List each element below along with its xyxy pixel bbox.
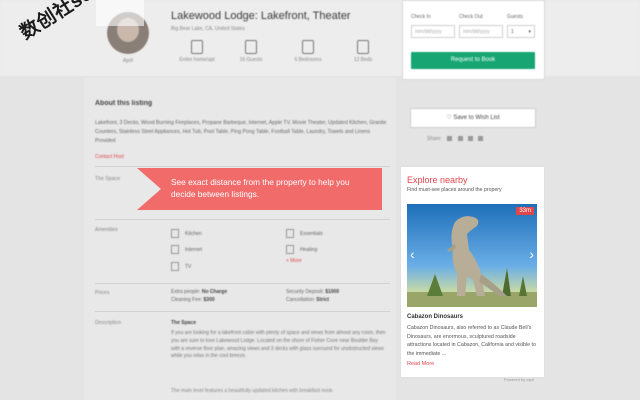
request-to-book-button[interactable]: Request to Book xyxy=(411,52,535,69)
essentials-icon xyxy=(286,229,294,238)
guests-icon xyxy=(245,40,257,54)
amenity-kitchen-label: Kitchen xyxy=(185,230,202,237)
divider xyxy=(95,166,390,167)
contact-host-link[interactable]: Contact Host xyxy=(95,154,124,160)
read-more-link[interactable]: Read More xyxy=(407,361,434,367)
save-to-wishlist-button[interactable]: ♡ Save to Wish List xyxy=(410,108,536,128)
amenity-internet: Internet xyxy=(171,245,202,254)
amenity-essentials: Essentials xyxy=(286,229,323,238)
share-row: Share: xyxy=(427,136,484,142)
divider xyxy=(95,283,390,284)
amenity-beds: 12 Beds xyxy=(333,40,393,63)
facebook-icon[interactable] xyxy=(447,136,453,142)
amenity-internet-label: Internet xyxy=(185,246,202,253)
cleaning-fee-value: $300 xyxy=(203,297,215,303)
amenity-heating-label: Heating xyxy=(300,246,318,253)
explore-subtitle: Find must-see places around the propery xyxy=(407,187,502,193)
guests-label: Guests xyxy=(507,14,523,20)
door-icon xyxy=(302,40,314,54)
amenity-home-label: Entire home/apt xyxy=(179,57,215,63)
wifi-icon xyxy=(171,245,179,254)
amenities-label: Amenities xyxy=(95,227,118,233)
description-text: If you are looking for a lakefront cabin… xyxy=(171,330,386,360)
description-heading: The Space xyxy=(171,320,197,326)
extra-people: Extra people: No Charge xyxy=(171,289,227,295)
home-icon xyxy=(191,40,203,54)
chevron-right-icon[interactable]: › xyxy=(529,246,534,262)
dinosaur-illustration xyxy=(407,216,537,307)
amenity-beds-label: 12 Beds xyxy=(353,57,373,63)
amenity-guests-label: 16 Guests xyxy=(239,57,263,63)
watermark-backdrop xyxy=(96,0,144,26)
guests-select[interactable]: 1 ▾ xyxy=(507,25,535,38)
booking-panel: Check In Check Out Guests mm/dd/yyyy mm/… xyxy=(402,0,545,80)
divider xyxy=(95,311,390,312)
amenity-tv-label: TV xyxy=(185,263,192,270)
heart-icon: ♡ xyxy=(446,115,452,121)
cancellation: Cancellation: Strict xyxy=(286,297,329,303)
security-deposit: Security Deposit: $1000 xyxy=(286,289,339,295)
wishlist-label: Save to Wish List xyxy=(453,115,500,121)
amenity-guests: 16 Guests xyxy=(221,40,281,63)
host-name: April xyxy=(122,58,133,64)
guests-value: 1 xyxy=(511,29,514,35)
description-label: Description xyxy=(95,320,121,326)
space-label: The Space xyxy=(95,176,121,182)
more-icon[interactable] xyxy=(478,136,484,142)
amenity-bedrooms-label: 6 Bedrooms xyxy=(294,57,322,63)
amenity-tv: TV xyxy=(171,262,191,271)
cleaning-fee: Cleaning Fee: $300 xyxy=(171,297,215,303)
powered-by: Powered by capt xyxy=(504,377,534,382)
email-icon[interactable] xyxy=(467,136,473,142)
amenity-kitchen: Kitchen xyxy=(171,229,202,238)
distance-badge: 33m xyxy=(516,207,534,215)
explore-title: Explore nearby xyxy=(407,175,468,185)
cancellation-label: Cancellation: xyxy=(286,297,315,303)
place-photo[interactable]: 33m ‹ › xyxy=(407,204,537,307)
explore-nearby-card: Explore nearby Find must-see places arou… xyxy=(400,166,545,378)
bed-icon xyxy=(357,40,369,54)
checkin-label: Check In xyxy=(411,14,431,20)
amenity-bedrooms: 6 Bedrooms xyxy=(278,40,338,63)
extra-people-label: Extra people: xyxy=(171,289,201,295)
amenity-heating: Heating xyxy=(286,245,317,254)
tv-icon xyxy=(171,262,179,271)
cancellation-value[interactable]: Strict xyxy=(316,297,329,303)
chevron-down-icon: ▾ xyxy=(528,29,531,35)
checkout-label: Check Out xyxy=(459,14,483,20)
share-label: Share: xyxy=(427,136,442,142)
checkin-input[interactable]: mm/dd/yyyy xyxy=(411,25,455,38)
prices-label: Prices xyxy=(95,290,110,296)
kitchen-icon xyxy=(171,229,179,238)
divider xyxy=(95,219,390,220)
amenity-essentials-label: Essentials xyxy=(300,230,323,237)
listing-location: Big Bear Lake, CA, United States xyxy=(171,26,245,32)
chevron-left-icon[interactable]: ‹ xyxy=(410,246,415,262)
more-amenities-link[interactable]: + More xyxy=(286,258,302,264)
about-text: Lakefront, 3 Decks, Wood Burning Firepla… xyxy=(95,120,387,144)
security-deposit-label: Security Deposit: xyxy=(286,289,324,295)
callout-text: See exact distance from the property to … xyxy=(171,177,350,199)
extra-people-value: No Charge xyxy=(201,289,228,295)
amenity-home: Entire home/apt xyxy=(167,40,227,63)
about-heading: About this listing xyxy=(95,100,153,107)
twitter-icon[interactable] xyxy=(457,136,463,142)
place-description: Cabazon Dinosaurs, also referred to as C… xyxy=(407,325,536,357)
security-deposit-value: $1000 xyxy=(325,289,340,295)
cleaning-fee-label: Cleaning Fee: xyxy=(171,297,203,303)
checkout-input[interactable]: mm/dd/yyyy xyxy=(459,25,503,38)
place-name: Cabazon Dinosaurs xyxy=(407,314,464,320)
listing-title: Lakewood Lodge: Lakefront, Theater xyxy=(171,10,351,22)
description-text-2: The main level features a beautifully up… xyxy=(171,388,334,394)
distance-callout: See exact distance from the property to … xyxy=(137,168,382,210)
heating-icon xyxy=(286,245,294,254)
